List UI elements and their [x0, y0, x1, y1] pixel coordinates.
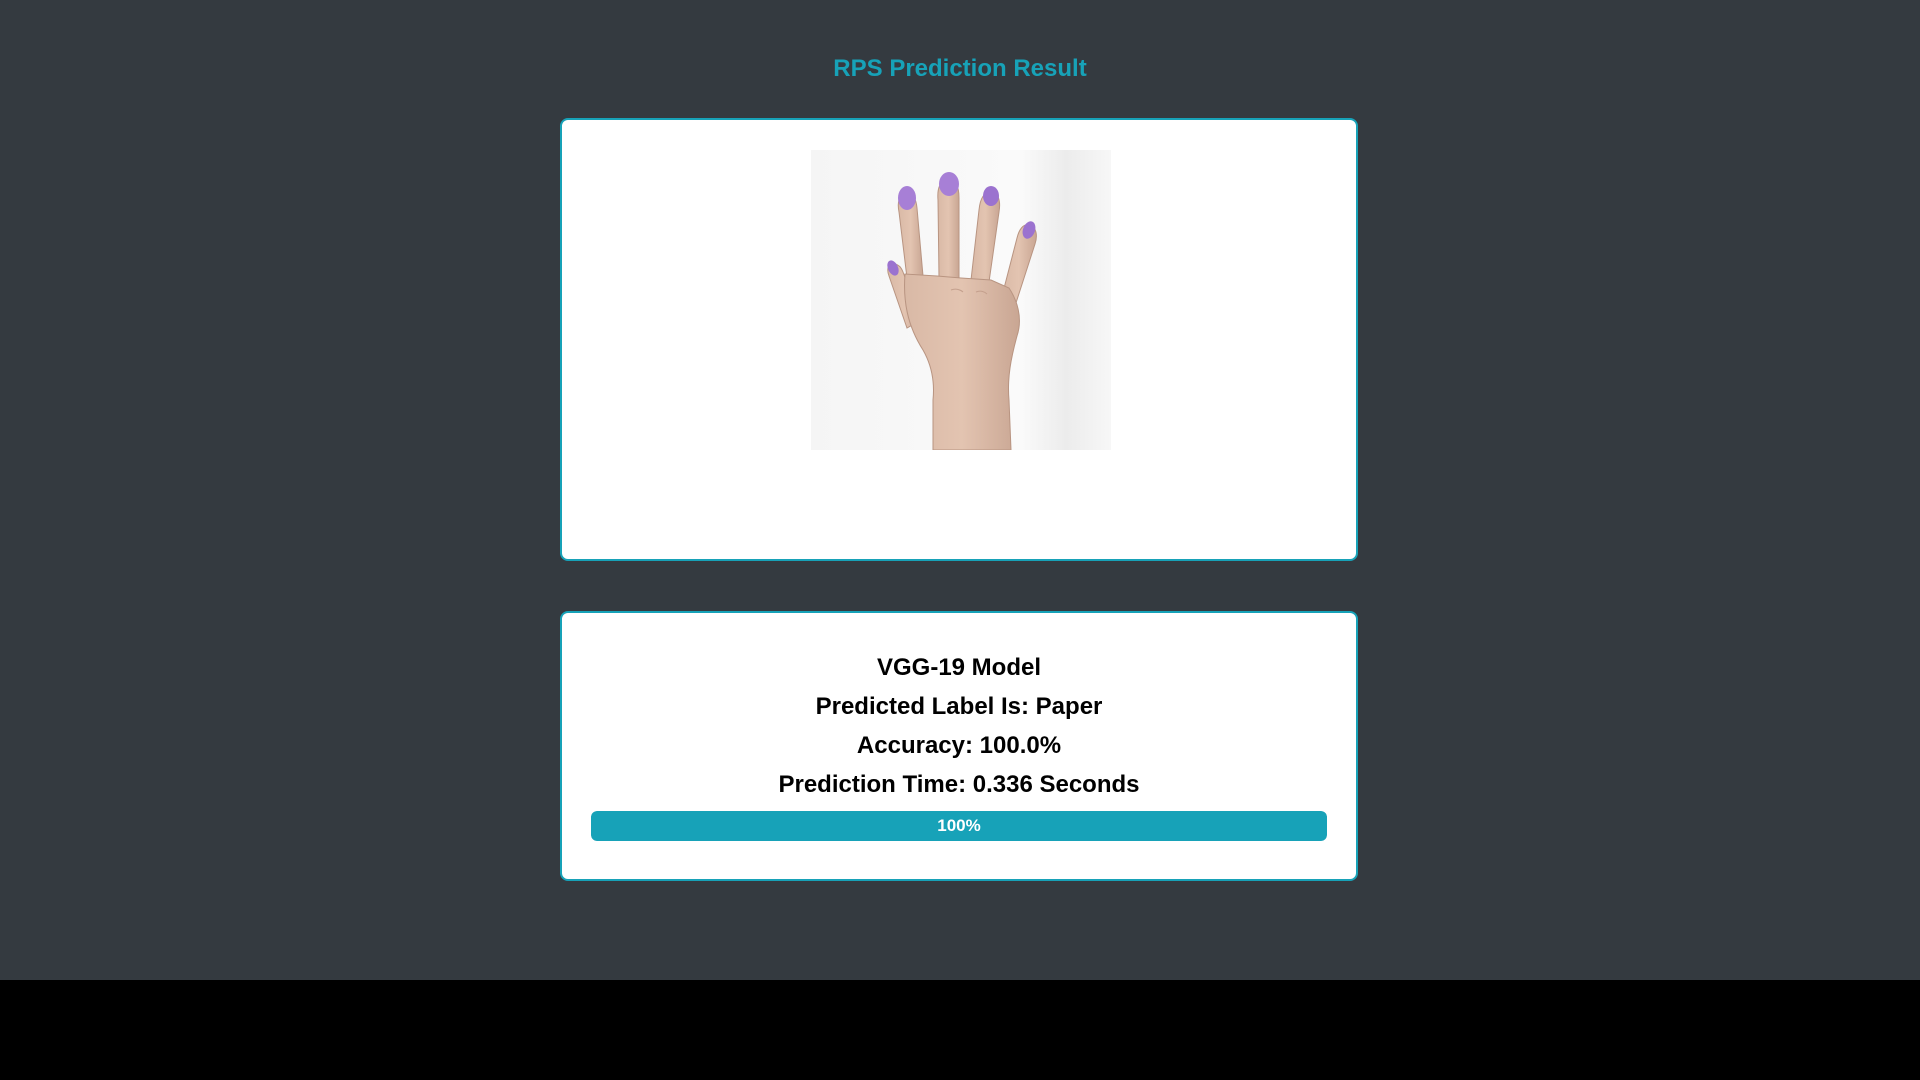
page-title: RPS Prediction Result — [833, 55, 1087, 82]
hand-image — [811, 150, 1111, 450]
image-card — [560, 118, 1358, 561]
prediction-time: Prediction Time: 0.336 Seconds — [778, 771, 1140, 798]
predicted-label: Predicted Label Is: Paper — [815, 693, 1103, 720]
progress-label: 100% — [937, 816, 981, 835]
progress-bar: 100% — [591, 811, 1327, 841]
page-background: RPS Prediction Result VGG-19 Model Predi… — [0, 0, 1920, 980]
accuracy-text: Accuracy: 100.0% — [856, 732, 1062, 759]
model-name: VGG-19 Model — [876, 654, 1042, 681]
result-card: VGG-19 Model Predicted Label Is: Paper A… — [560, 611, 1358, 881]
progress-fill: 100% — [591, 811, 1327, 841]
